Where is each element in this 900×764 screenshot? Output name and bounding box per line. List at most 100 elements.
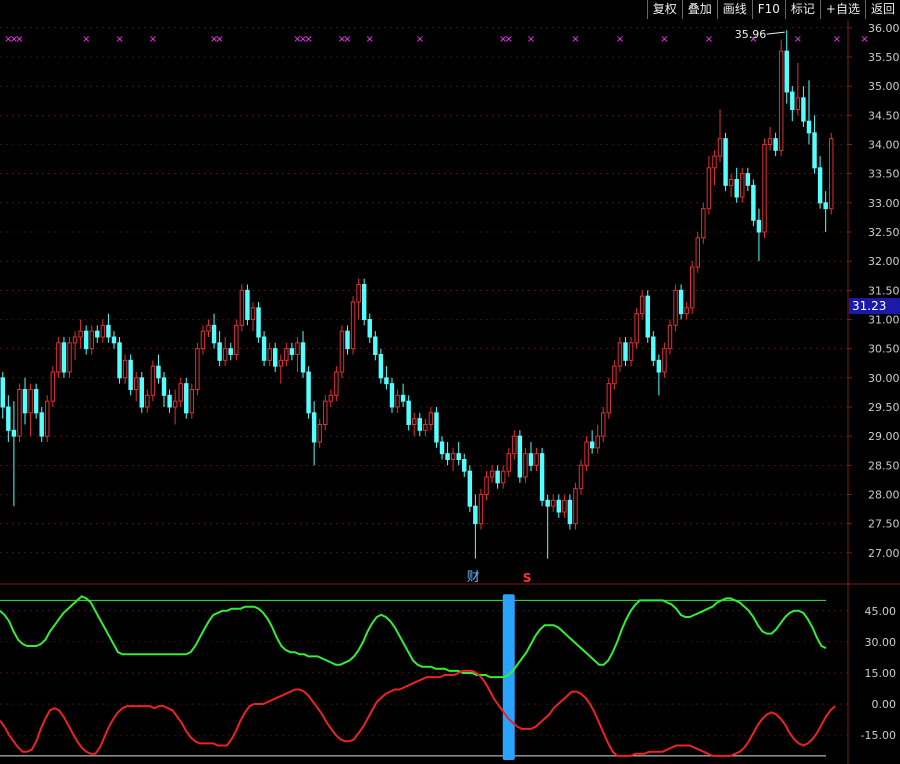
candle	[545, 494, 550, 559]
osc-tick-label: 30.00	[865, 636, 897, 649]
candle	[706, 156, 712, 215]
candle-body	[50, 371, 56, 402]
candle	[662, 342, 667, 378]
candle-body	[567, 499, 573, 525]
candle	[456, 442, 461, 466]
candle	[300, 331, 306, 378]
candle-body	[389, 383, 395, 408]
price-tick-label: 28.00	[868, 489, 900, 502]
candle-body	[256, 307, 261, 338]
price-tick-label: 30.00	[868, 372, 900, 385]
marker-cross: ×	[343, 34, 351, 45]
candle	[345, 325, 350, 355]
candle	[267, 342, 272, 367]
candle-body	[801, 97, 806, 122]
candle-body	[339, 330, 345, 373]
candle-body	[211, 324, 217, 344]
price-tick-label: 27.50	[868, 518, 900, 531]
candle-body	[334, 371, 339, 396]
candle-body	[6, 406, 11, 431]
sell-signal-marker[interactable]: S	[523, 571, 532, 585]
candle	[778, 39, 784, 157]
candle	[612, 360, 617, 390]
candle	[234, 319, 239, 361]
osc-tick-label: 45.00	[865, 605, 897, 618]
candle	[528, 442, 534, 472]
price-tick-label: 36.00	[868, 22, 900, 35]
candle	[645, 290, 650, 343]
candle	[478, 488, 484, 530]
candle	[784, 30, 789, 104]
candle	[361, 278, 367, 326]
candle-body	[745, 173, 751, 186]
candle	[756, 208, 762, 262]
candle	[389, 377, 395, 413]
price-tick-label: 27.00	[868, 547, 900, 560]
candle	[506, 447, 511, 477]
candle	[473, 494, 478, 559]
candle-body	[206, 324, 211, 332]
candle-body	[400, 394, 406, 402]
price-tick-label: 32.00	[868, 255, 900, 268]
candle-body	[317, 424, 322, 443]
candle-body	[289, 348, 295, 355]
candle	[373, 331, 378, 361]
candle	[211, 313, 217, 349]
candle	[656, 354, 662, 396]
candle	[323, 395, 328, 431]
candle-body	[250, 307, 256, 321]
candle-body	[623, 342, 628, 361]
candle-body	[272, 348, 278, 367]
candle-body	[306, 371, 311, 414]
candle-body	[200, 330, 206, 350]
candle	[339, 325, 345, 378]
oscillator-axis: 45.00 30.00 15.00 0.00 -15.00	[861, 605, 896, 742]
candle-body	[367, 319, 372, 338]
candle-body	[790, 91, 795, 110]
candle	[0, 372, 6, 419]
candle-body	[495, 470, 500, 484]
marker-cross: ×	[215, 34, 223, 45]
candle	[462, 453, 467, 477]
candle-body	[434, 412, 439, 443]
candle-body	[323, 400, 328, 425]
candle	[717, 109, 723, 162]
candle	[728, 173, 734, 197]
candle-body	[295, 342, 300, 356]
candle-body	[356, 284, 361, 303]
candle	[50, 366, 56, 407]
marker-cross: ×	[115, 34, 123, 45]
candle	[17, 383, 22, 442]
marker-cross: ×	[304, 34, 312, 45]
candle-body	[39, 412, 44, 437]
marker-cross: ×	[149, 34, 157, 45]
candle-body	[373, 336, 378, 355]
candle	[589, 430, 595, 454]
candle	[311, 401, 317, 466]
candle	[306, 366, 311, 419]
high-price-label: 35.96	[735, 28, 767, 41]
candle	[189, 383, 195, 419]
candle-body	[267, 348, 272, 361]
candle-body	[562, 499, 567, 513]
price-tick-label: 35.00	[868, 80, 900, 93]
marker-cross: ×	[860, 34, 868, 45]
candle	[284, 342, 289, 367]
candle	[584, 436, 589, 472]
candle	[678, 284, 684, 320]
candle-body	[517, 435, 523, 478]
candle-body	[589, 441, 595, 449]
marker-cross: ×	[616, 34, 624, 45]
candle	[723, 132, 728, 192]
candle-body	[406, 400, 411, 425]
candle	[22, 377, 28, 425]
candle	[33, 383, 39, 419]
candle-body	[417, 418, 423, 431]
candle-body	[45, 400, 50, 437]
marker-cross: ×	[366, 34, 374, 45]
candle-body	[573, 488, 578, 525]
finance-event-marker[interactable]: 财	[467, 570, 480, 585]
candle	[762, 138, 767, 238]
osc-tick-label: -15.00	[861, 729, 896, 742]
candle-body	[423, 424, 428, 431]
